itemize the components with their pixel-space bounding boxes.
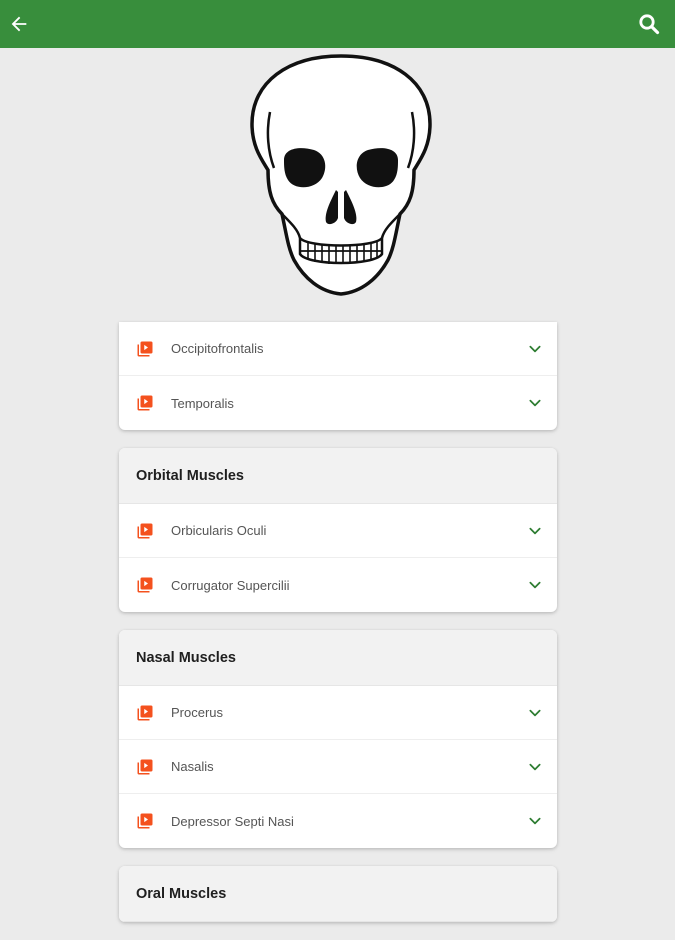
section-title: Oral Muscles (119, 866, 557, 922)
section-title: Orbital Muscles (119, 448, 557, 504)
section-card: Orbital Muscles Orbicularis Oculi Corrug… (119, 448, 557, 612)
skull-icon (250, 54, 432, 296)
video-library-icon (137, 705, 153, 720)
section-card: Nasal Muscles Procerus Nasalis Depressor… (119, 630, 557, 848)
section-title: Nasal Muscles (119, 630, 557, 686)
back-button[interactable] (3, 8, 35, 40)
section-card: Oral Muscles (119, 866, 557, 922)
list-item-label: Corrugator Supercilii (171, 577, 290, 593)
list-item[interactable]: Orbicularis Oculi (119, 504, 557, 558)
chevron-down-icon (529, 527, 541, 534)
chevron-down-icon (529, 399, 541, 407)
video-library-icon (137, 523, 153, 538)
list-item[interactable]: Occipitofrontalis (119, 322, 557, 376)
list-item-label: Occipitofrontalis (171, 341, 264, 356)
video-library-icon (137, 341, 153, 356)
list-item-label: Procerus (171, 705, 224, 720)
chevron-down-icon (529, 817, 541, 825)
section-card: Occipitofrontalis Temporalis (119, 322, 557, 430)
list-item-label: Temporalis (171, 395, 234, 411)
list-item[interactable]: Depressor Septi Nasi (119, 794, 557, 848)
list-item-label: Nasalis (171, 759, 214, 774)
list-item-label: Depressor Septi Nasi (171, 813, 294, 829)
arrow-left-icon (11, 16, 27, 32)
chevron-down-icon (529, 345, 541, 352)
list-item-label: Orbicularis Oculi (171, 523, 267, 538)
chevron-down-icon (529, 763, 541, 770)
video-library-icon (137, 759, 153, 774)
chevron-down-icon (529, 709, 541, 716)
search-icon (639, 14, 660, 35)
app-bar (0, 0, 675, 48)
list-item[interactable]: Corrugator Supercilii (119, 558, 557, 612)
search-button[interactable] (633, 8, 665, 40)
skull-illustration (248, 52, 434, 298)
video-library-icon (137, 395, 153, 411)
list-item[interactable]: Nasalis (119, 740, 557, 794)
list-item[interactable]: Procerus (119, 686, 557, 740)
chevron-down-icon (529, 581, 541, 589)
muscle-list: Occipitofrontalis Temporalis Orbital Mus… (119, 322, 557, 940)
list-item[interactable]: Temporalis (119, 376, 557, 430)
video-library-icon (137, 577, 153, 593)
video-library-icon (137, 813, 153, 829)
